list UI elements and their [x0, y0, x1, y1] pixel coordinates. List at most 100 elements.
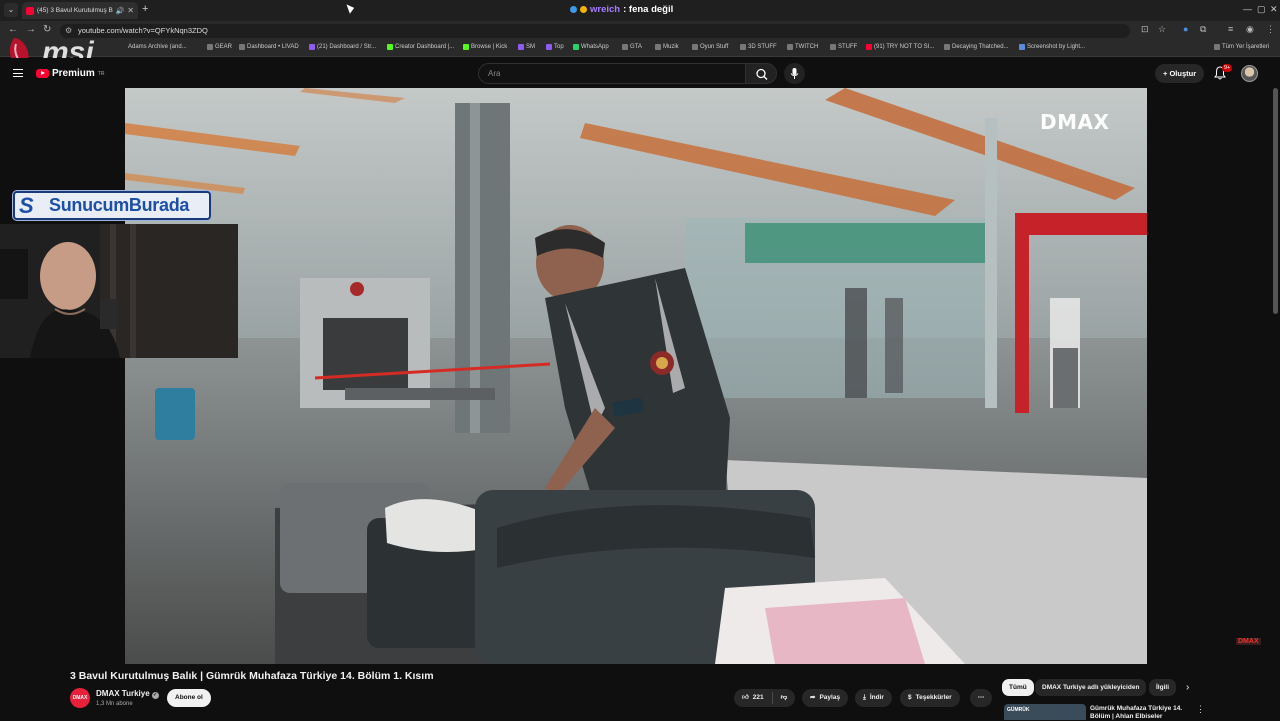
more-dots-icon: ⋯: [977, 694, 985, 701]
voice-search-button[interactable]: [784, 63, 805, 84]
bookmark-item[interactable]: GEAR: [207, 44, 232, 50]
related-video-title[interactable]: Gümrük Muhafaza Türkiye 14. Bölüm | Ahla…: [1090, 705, 1190, 721]
folder-icon: [1214, 44, 1220, 50]
twitch-icon: [309, 44, 315, 50]
notification-badge: 9+: [1222, 64, 1233, 72]
tab-title: (45) 3 Bavul Kurutulmuş Bal: [37, 7, 113, 14]
bookmark-item[interactable]: GTA: [622, 44, 642, 50]
bookmark-item[interactable]: TWITCH: [787, 44, 818, 50]
bookmark-item[interactable]: Muzik: [655, 44, 679, 50]
webcam-feed: [0, 224, 238, 358]
bookmark-item[interactable]: Top: [546, 44, 564, 50]
menu-dots-icon[interactable]: ⋮: [1266, 24, 1275, 35]
chip-all[interactable]: Tümü: [1002, 679, 1034, 696]
all-bookmarks[interactable]: Tüm Yer İşaretleri: [1214, 44, 1269, 50]
bookmark-item[interactable]: Decaying Thatched...: [944, 44, 1009, 50]
download-label: İndir: [869, 694, 884, 701]
maximize-button[interactable]: ▢: [1257, 4, 1266, 15]
kick-icon: [463, 44, 469, 50]
youtube-header: Premium TR Ara + Oluştur 9+: [0, 58, 1280, 88]
tab-search-button[interactable]: ⌄: [4, 3, 18, 17]
speaker-icon[interactable]: 🔊: [116, 7, 125, 15]
bookmarks-bar: Adams Archive (and... GEAR Dashboard • L…: [0, 41, 1280, 57]
folder-icon: [207, 44, 213, 50]
bookmark-item[interactable]: Oyun Stuff: [692, 44, 728, 50]
twitch-icon: [518, 44, 524, 50]
badge-icon: [570, 6, 577, 13]
search-icon: [756, 68, 768, 80]
subscribe-button[interactable]: Abone ol: [167, 689, 211, 707]
new-tab-button[interactable]: +: [142, 3, 148, 15]
bookmark-item[interactable]: Dashboard • LIVAD: [239, 44, 299, 50]
close-tab-icon[interactable]: ✕: [127, 6, 134, 15]
thumbnail-text: GÜMRÜK: [1007, 707, 1030, 713]
extension-icon[interactable]: ●: [1183, 24, 1188, 34]
bookmark-item[interactable]: STUFF: [830, 44, 857, 50]
profile-icon[interactable]: ◉: [1246, 24, 1254, 35]
create-label: Oluştur: [1169, 69, 1197, 78]
video-player[interactable]: DMAX: [125, 88, 1147, 664]
address-bar: ← → ↻ ⚙ youtube.com/watch?v=QFYkNqn3ZDQ …: [0, 21, 1280, 41]
link-icon: [1019, 44, 1025, 50]
related-more-icon[interactable]: ⋮: [1196, 704, 1205, 715]
bookmark-item[interactable]: (21) Dashboard / Str...: [309, 44, 376, 50]
youtube-favicon-icon: [26, 6, 34, 15]
region-code: TR: [97, 70, 105, 77]
twitch-icon: [546, 44, 552, 50]
star-icon[interactable]: ☆: [1158, 24, 1166, 35]
thumbs-down-icon: 👎︎: [780, 694, 788, 701]
like-button[interactable]: 👍︎ 221: [734, 689, 772, 707]
menu-icon[interactable]: [13, 69, 23, 77]
related-video-thumbnail[interactable]: GÜMRÜK: [1004, 704, 1086, 720]
sunucum-logo-icon: S: [19, 192, 34, 218]
chips-next-chevron-icon[interactable]: ›: [1186, 682, 1189, 693]
premium-label: Premium: [52, 68, 95, 79]
link-icon: [239, 44, 245, 50]
browser-tab[interactable]: (45) 3 Bavul Kurutulmuş Bal 🔊 ✕: [22, 2, 138, 19]
folder-icon: [655, 44, 661, 50]
download-icon: ⤓: [863, 694, 866, 701]
bookmark-item[interactable]: Browse | Kick: [463, 44, 507, 50]
url-input[interactable]: ⚙ youtube.com/watch?v=QFYkNqn3ZDQ: [60, 24, 1130, 38]
chat-message: : fena değil: [623, 4, 674, 15]
minimize-button[interactable]: —: [1243, 4, 1252, 14]
puzzle-icon[interactable]: ⧉: [1200, 24, 1206, 35]
create-button[interactable]: + Oluştur: [1155, 64, 1205, 83]
thanks-button[interactable]: $ Teşekkürler: [900, 689, 960, 707]
stream-chat-overlay: wreich : fena değil: [570, 4, 673, 15]
dislike-button[interactable]: 👎︎: [773, 689, 796, 707]
dmax-watermark: DMAX: [1040, 110, 1110, 134]
channel-avatar[interactable]: DMAX: [70, 688, 90, 708]
whatsapp-icon: [573, 44, 579, 50]
verified-check-icon: ✓: [151, 692, 159, 699]
channel-name[interactable]: DMAX Turkiye ✓: [96, 689, 159, 699]
share-button[interactable]: ➦ Paylaş: [802, 689, 849, 707]
download-button[interactable]: ⤓ İndir: [855, 689, 892, 707]
kick-icon: [387, 44, 393, 50]
search-input[interactable]: Ara: [478, 63, 746, 84]
thumbs-up-icon: 👍︎: [742, 694, 749, 701]
bookmark-item[interactable]: Screenshot by Light...: [1019, 44, 1085, 50]
bookmark-item[interactable]: 3D STUFF: [740, 44, 777, 50]
folder-icon: [787, 44, 793, 50]
bookmark-item[interactable]: (91) TRY NOT TO SI...: [866, 44, 934, 50]
chip-related[interactable]: İlgili: [1149, 679, 1176, 696]
chip-from-uploader[interactable]: DMAX Turkiye adlı yükleyiciden: [1035, 679, 1147, 696]
more-actions-button[interactable]: ⋯: [970, 689, 992, 707]
folder-icon: [740, 44, 746, 50]
close-window-button[interactable]: ✕: [1270, 4, 1278, 15]
account-avatar[interactable]: [1241, 65, 1258, 82]
install-icon[interactable]: ⊡: [1141, 24, 1149, 35]
youtube-premium-logo[interactable]: Premium TR: [36, 68, 104, 79]
bookmark-item[interactable]: WhatsApp: [573, 44, 609, 50]
dmax-corner-logo: DMAX: [1236, 638, 1261, 645]
folder-icon: [830, 44, 836, 50]
page-scrollbar[interactable]: [1273, 88, 1278, 314]
sidebar-icon[interactable]: ≡: [1228, 24, 1233, 34]
search-button[interactable]: [745, 63, 777, 84]
bookmark-item[interactable]: SM: [518, 44, 535, 50]
folder-icon: [622, 44, 628, 50]
sunucum-banner-text: SunucumBurada: [49, 195, 190, 215]
bookmark-item[interactable]: Creator Dashboard |...: [387, 44, 454, 50]
badge-icon-2: [580, 6, 587, 13]
